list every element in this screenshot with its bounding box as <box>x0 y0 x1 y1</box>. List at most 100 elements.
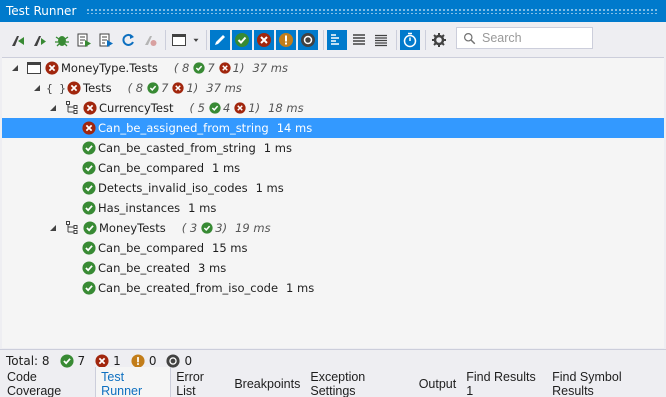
failed-status-icon <box>82 121 96 135</box>
tab-test-runner[interactable]: Test Runner <box>95 366 172 397</box>
passed-count: 7 <box>207 61 215 75</box>
project-icon <box>25 61 43 75</box>
test-duration: 1 ms <box>286 281 315 295</box>
passed-count: 7 <box>77 353 86 368</box>
tab-exception-settings[interactable]: Exception Settings <box>305 367 413 397</box>
total-count: 3 <box>189 221 198 235</box>
timer-icon[interactable] <box>400 29 420 50</box>
status-failed[interactable]: 1 <box>95 354 121 368</box>
refresh-icon[interactable] <box>118 30 138 50</box>
chevron-expanded-icon[interactable] <box>48 223 58 233</box>
failed-icon <box>95 353 109 368</box>
failed-filter-icon[interactable] <box>254 29 274 50</box>
window-layout-icon[interactable] <box>169 30 189 50</box>
test-row[interactable]: Can_be_compared 1 ms <box>2 158 664 178</box>
debug-bug-icon[interactable] <box>52 30 72 50</box>
tree-node-currency-test[interactable]: CurrencyTest ( 5 4 1) 18 ms <box>2 98 664 118</box>
passed-icon <box>209 102 221 114</box>
test-duration: 1 ms <box>263 141 292 155</box>
status-inconclusive[interactable]: 0 <box>131 354 156 368</box>
test-row[interactable]: Can_be_created 3 ms <box>2 258 664 278</box>
toolbar-separator <box>165 29 166 50</box>
passed-count: 7 <box>161 81 169 95</box>
test-label: Can_be_compared <box>98 241 204 255</box>
passed-count: 4 <box>222 101 231 115</box>
window-title: Test Runner <box>6 4 77 18</box>
passed-filter-icon[interactable] <box>232 29 252 50</box>
tab-error-list[interactable]: Error List <box>171 367 229 397</box>
node-summary: ( 8 7 1) 37 ms <box>127 81 242 95</box>
test-duration: 1 ms <box>188 201 217 215</box>
run-all-icon[interactable] <box>8 30 28 50</box>
tool-window-tabs: Code Coverage Test Runner Error List Bre… <box>0 366 666 397</box>
failed-icon <box>234 102 246 114</box>
list-view-icon[interactable] <box>327 29 347 50</box>
test-label: Can_be_created <box>98 261 191 275</box>
passed-status-icon <box>82 241 96 255</box>
chevron-expanded-icon[interactable] <box>48 103 58 113</box>
gear-icon[interactable] <box>429 30 449 50</box>
search-input[interactable]: Search <box>456 27 593 49</box>
failed-status-icon <box>67 81 81 95</box>
tab-find-symbol-results[interactable]: Find Symbol Results <box>547 367 666 397</box>
passed-status-icon <box>82 141 96 155</box>
test-row[interactable]: Can_be_casted_from_string 1 ms <box>2 138 664 158</box>
node-label: MoneyType.Tests <box>61 61 158 75</box>
node-label: Tests <box>83 81 112 95</box>
run-selected-icon[interactable] <box>30 30 50 50</box>
chevron-down-icon[interactable] <box>191 30 201 50</box>
run-failed-icon[interactable] <box>74 30 94 50</box>
namespace-icon: { } <box>46 81 66 95</box>
test-duration: 1 ms <box>255 181 284 195</box>
test-row[interactable]: Can_be_compared 15 ms <box>2 238 664 258</box>
failed-status-icon <box>45 61 59 75</box>
run-not-run-icon[interactable] <box>96 30 116 50</box>
test-label: Can_be_casted_from_string <box>98 141 256 155</box>
failed-count: 1 <box>186 81 194 95</box>
window-title-bar[interactable]: Test Runner <box>0 0 666 22</box>
passed-status-icon <box>83 221 97 235</box>
failed-icon <box>219 62 231 74</box>
test-row[interactable]: Detects_invalid_iso_codes 1 ms <box>2 178 664 198</box>
total-count: 8 <box>182 61 190 75</box>
clear-icon[interactable] <box>140 30 160 50</box>
details-view-icon[interactable] <box>349 30 369 50</box>
test-duration: 14 ms <box>276 121 313 135</box>
passed-icon <box>147 82 159 94</box>
chevron-expanded-icon[interactable] <box>10 63 20 73</box>
test-label: Has_instances <box>98 201 181 215</box>
toolbar-separator <box>425 29 426 50</box>
chevron-expanded-icon[interactable] <box>32 83 42 93</box>
node-duration: 37 ms <box>206 81 242 95</box>
drag-grip[interactable] <box>86 8 658 14</box>
status-passed[interactable]: 7 <box>59 353 86 368</box>
test-row[interactable]: Has_instances 1 ms <box>2 198 664 218</box>
tab-breakpoints[interactable]: Breakpoints <box>229 374 305 395</box>
total-count: 8 <box>135 81 144 95</box>
tab-code-coverage[interactable]: Code Coverage <box>2 367 95 397</box>
failed-count: 1 <box>113 353 121 368</box>
node-summary: ( 3 3) 19 ms <box>181 221 271 235</box>
compact-view-icon[interactable] <box>371 30 391 50</box>
node-label: MoneyTests <box>99 221 166 235</box>
tree-node-money-tests[interactable]: MoneyTests ( 3 3) 19 ms <box>2 218 664 238</box>
failed-icon <box>172 82 185 94</box>
failed-status-icon <box>83 101 97 115</box>
search-icon <box>463 32 482 45</box>
pencil-filter-icon[interactable] <box>210 29 230 50</box>
toolbar: Search <box>0 22 666 57</box>
search-placeholder: Search <box>482 31 522 45</box>
test-row[interactable]: Can_be_created_from_iso_code 1 ms <box>2 278 664 298</box>
class-icon <box>63 101 81 115</box>
passed-icon <box>201 222 213 234</box>
test-row[interactable]: Can_be_assigned_from_string 14 ms <box>2 118 664 138</box>
tree-node-root[interactable]: MoneyType.Tests ( 8 7 1) 37 ms <box>2 58 664 78</box>
test-label: Can_be_assigned_from_string <box>98 121 269 135</box>
inconclusive-filter-icon[interactable] <box>276 29 296 50</box>
tab-find-results-1[interactable]: Find Results 1 <box>461 367 547 397</box>
tab-output[interactable]: Output <box>414 374 462 395</box>
status-skipped[interactable]: 0 <box>166 354 192 368</box>
skipped-filter-icon[interactable] <box>298 29 318 50</box>
tree-node-namespace[interactable]: { } Tests ( 8 7 1) 37 ms <box>2 78 664 98</box>
test-duration: 15 ms <box>212 241 248 255</box>
